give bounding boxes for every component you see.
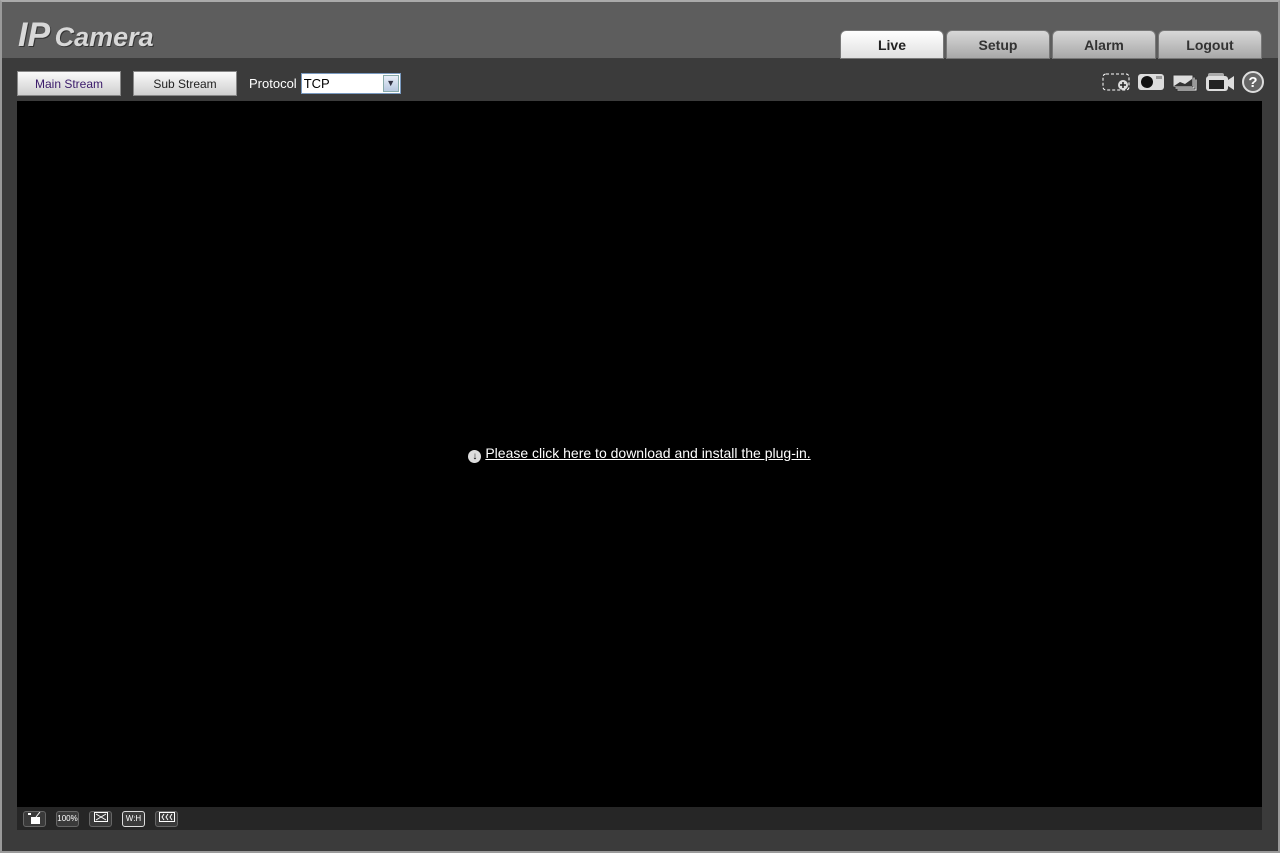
fluency-icon[interactable]	[155, 810, 178, 827]
logo: IP Camera	[18, 16, 154, 54]
svg-text:?: ?	[1248, 74, 1257, 91]
plugin-download-link[interactable]: Please click here to download and instal…	[485, 445, 810, 461]
video-bottom-bar: 100% W:H	[17, 807, 1262, 830]
main-tabs: Live Setup Alarm Logout	[840, 30, 1262, 59]
header: IP Camera Live Setup Alarm Logout	[2, 2, 1278, 59]
live-tools: ?	[1102, 71, 1264, 98]
protocol-label: Protocol	[249, 76, 297, 91]
snapshot-icon[interactable]	[1137, 72, 1165, 97]
fullscreen-icon[interactable]	[89, 810, 112, 827]
sub-stream-button[interactable]: Sub Stream	[133, 71, 237, 96]
protocol-select[interactable]: TCP ▼	[300, 73, 401, 94]
record-icon[interactable]	[1205, 72, 1235, 97]
main-stream-button[interactable]: Main Stream	[17, 71, 121, 96]
help-icon[interactable]: ?	[1242, 71, 1264, 98]
video-area[interactable]: ↓ Please click here to download and insta…	[17, 101, 1262, 807]
zoom-region-icon[interactable]	[1102, 72, 1130, 97]
ptz-control-icon[interactable]	[23, 810, 46, 827]
tab-live[interactable]: Live	[840, 30, 944, 59]
plugin-message: ↓ Please click here to download and insta…	[17, 445, 1262, 463]
original-size-button[interactable]: 100%	[56, 810, 79, 827]
tab-setup[interactable]: Setup	[946, 30, 1050, 59]
tab-alarm[interactable]: Alarm	[1052, 30, 1156, 59]
triple-snapshot-icon[interactable]	[1172, 72, 1198, 97]
tab-logout[interactable]: Logout	[1158, 30, 1262, 59]
download-icon: ↓	[468, 450, 482, 463]
aspect-ratio-button[interactable]: W:H	[122, 810, 145, 827]
chevron-down-icon: ▼	[382, 75, 399, 92]
stream-toolbar: Main Stream Sub Stream Protocol TCP ▼	[17, 71, 401, 96]
